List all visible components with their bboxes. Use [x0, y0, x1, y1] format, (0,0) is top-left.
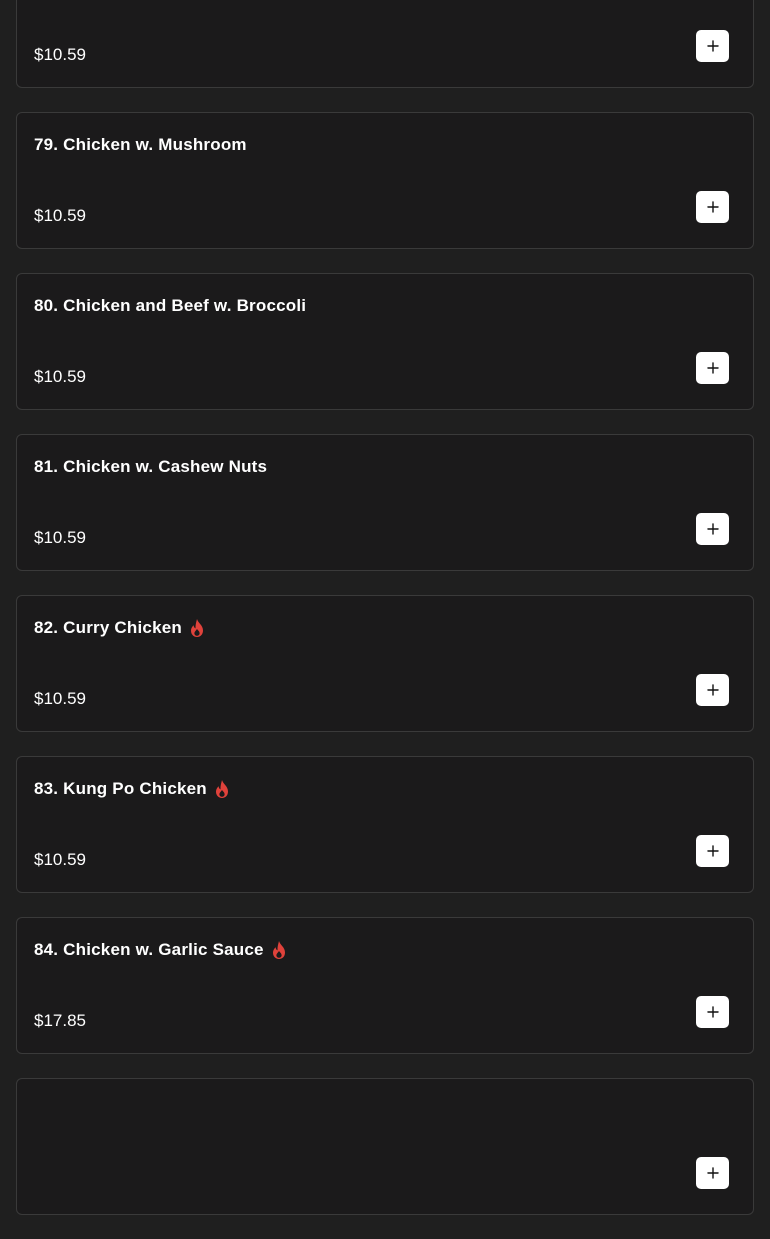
add-to-cart-button[interactable] [696, 30, 729, 62]
menu-item-name: 81. Chicken w. Cashew Nuts [34, 455, 267, 479]
menu-item-name: 82. Curry Chicken [34, 616, 205, 640]
plus-icon [706, 1006, 719, 1018]
menu-item-price: $10.59 [34, 850, 86, 869]
add-to-cart-button[interactable] [696, 996, 729, 1028]
plus-icon [706, 845, 719, 857]
menu-item-card[interactable]: 84. Chicken w. Garlic Sauce $17.85 [16, 917, 754, 1054]
menu-item-card[interactable]: 79. Chicken w. Mushroom $10.59 [16, 112, 754, 249]
menu-item-card[interactable]: 80. Chicken and Beef w. Broccoli $10.59 [16, 273, 754, 410]
menu-item-title: 79. Chicken w. Mushroom [34, 135, 247, 154]
plus-icon [706, 523, 719, 535]
menu-item-title: 81. Chicken w. Cashew Nuts [34, 457, 268, 476]
menu-item-card[interactable] [16, 1078, 754, 1215]
menu-item-price: $10.59 [34, 367, 86, 386]
menu-item-name: 79. Chicken w. Mushroom [34, 133, 247, 157]
menu-item-price: $17.85 [34, 1011, 86, 1030]
menu-item-title: 80. Chicken and Beef w. Broccoli [34, 296, 307, 315]
add-to-cart-button[interactable] [696, 191, 729, 223]
add-to-cart-button[interactable] [696, 835, 729, 867]
plus-icon [706, 362, 719, 374]
menu-item-title: 84. Chicken w. Garlic Sauce [34, 940, 264, 959]
menu-item-card[interactable]: 81. Chicken w. Cashew Nuts $10.59 [16, 434, 754, 571]
menu-item-name: 80. Chicken and Beef w. Broccoli [34, 294, 306, 318]
menu-item-name: 83. Kung Po Chicken [34, 777, 230, 801]
plus-icon [706, 40, 719, 52]
add-to-cart-button[interactable] [696, 352, 729, 384]
menu-item-card[interactable]: $10.59 [16, 0, 754, 88]
menu-item-price: $10.59 [34, 689, 86, 708]
plus-icon [706, 1167, 719, 1179]
add-to-cart-button[interactable] [696, 513, 729, 545]
menu-item-title: 83. Kung Po Chicken [34, 779, 207, 798]
menu-item-card[interactable]: 82. Curry Chicken $10.59 [16, 595, 754, 732]
menu-item-title: 82. Curry Chicken [34, 618, 182, 637]
menu-item-name: 84. Chicken w. Garlic Sauce [34, 938, 287, 962]
menu-item-price: $10.59 [34, 528, 86, 547]
menu-item-list: $10.59 79. Chicken w. Mushroom $10.59 80. C… [16, 0, 754, 1239]
add-to-cart-button[interactable] [696, 1157, 729, 1189]
add-to-cart-button[interactable] [696, 674, 729, 706]
flame-icon [214, 779, 230, 799]
menu-item-price: $10.59 [34, 45, 86, 64]
flame-icon [189, 618, 205, 638]
menu-item-price: $10.59 [34, 206, 86, 225]
menu-item-card[interactable]: 83. Kung Po Chicken $10.59 [16, 756, 754, 893]
plus-icon [706, 684, 719, 696]
plus-icon [706, 201, 719, 213]
flame-icon [271, 940, 287, 960]
